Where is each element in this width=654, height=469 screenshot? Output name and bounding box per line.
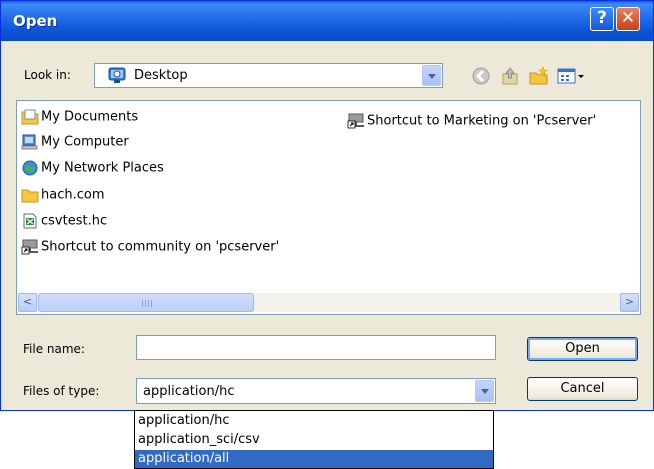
files-of-type-combo[interactable]: application/hc — [136, 378, 496, 404]
list-item[interactable]: csvtest.hc — [21, 213, 107, 233]
help-button[interactable]: ? — [590, 7, 614, 31]
scroll-right-button[interactable]: > — [620, 293, 639, 312]
view-menu-icon[interactable] — [556, 65, 586, 87]
cancel-button[interactable]: Cancel — [527, 377, 638, 401]
my-computer-icon — [21, 134, 38, 150]
list-item[interactable]: Shortcut to Marketing on 'Pcserver' — [347, 113, 596, 133]
open-button[interactable]: Open — [527, 337, 638, 361]
chevron-down-icon[interactable] — [475, 380, 494, 402]
file-name-input[interactable] — [136, 335, 496, 360]
new-folder-icon[interactable] — [528, 65, 550, 87]
scroll-thumb[interactable] — [38, 293, 254, 312]
files-of-type-label: Files of type: — [23, 384, 100, 398]
files-of-type-value: application/hc — [143, 384, 235, 399]
folder-icon — [21, 189, 39, 203]
file-list[interactable]: My Documents My Computer My Network Plac… — [16, 100, 641, 315]
chevron-down-icon[interactable] — [422, 65, 441, 86]
grip-icon — [142, 300, 152, 307]
scroll-left-button[interactable]: < — [18, 293, 37, 312]
desktop-icon — [108, 67, 126, 83]
close-button[interactable]: ✕ — [616, 7, 640, 31]
horizontal-scrollbar[interactable]: < > — [18, 293, 639, 312]
file-name-label: File name: — [23, 342, 85, 356]
dropdown-option-highlighted[interactable]: application/all — [135, 450, 493, 468]
dropdown-option[interactable]: application_sci/csv — [135, 431, 493, 449]
hc-file-icon — [23, 213, 37, 229]
list-item[interactable]: Shortcut to community on 'pcserver' — [21, 239, 279, 259]
up-folder-icon[interactable] — [499, 65, 521, 87]
look-in-label: Look in: — [24, 68, 71, 82]
network-share-shortcut-icon — [347, 113, 364, 129]
look-in-combo[interactable]: Desktop — [94, 63, 443, 88]
dropdown-option[interactable]: application/hc — [135, 412, 493, 430]
look-in-value: Desktop — [134, 68, 188, 83]
list-item[interactable]: My Documents — [21, 109, 138, 129]
title-bar[interactable]: Open ? ✕ — [1, 1, 653, 41]
network-share-shortcut-icon — [21, 239, 38, 255]
network-places-icon — [22, 160, 38, 176]
list-item[interactable]: hach.com — [21, 187, 105, 207]
list-item[interactable]: My Computer — [21, 134, 129, 154]
list-item[interactable]: My Network Places — [21, 160, 164, 180]
back-icon[interactable] — [470, 65, 492, 87]
my-documents-icon — [21, 109, 39, 125]
window-title: Open — [13, 12, 58, 30]
files-of-type-dropdown[interactable]: application/hc application_sci/csv appli… — [134, 410, 494, 469]
open-dialog: Open ? ✕ Look in: Desktop My Documents M… — [0, 0, 654, 411]
